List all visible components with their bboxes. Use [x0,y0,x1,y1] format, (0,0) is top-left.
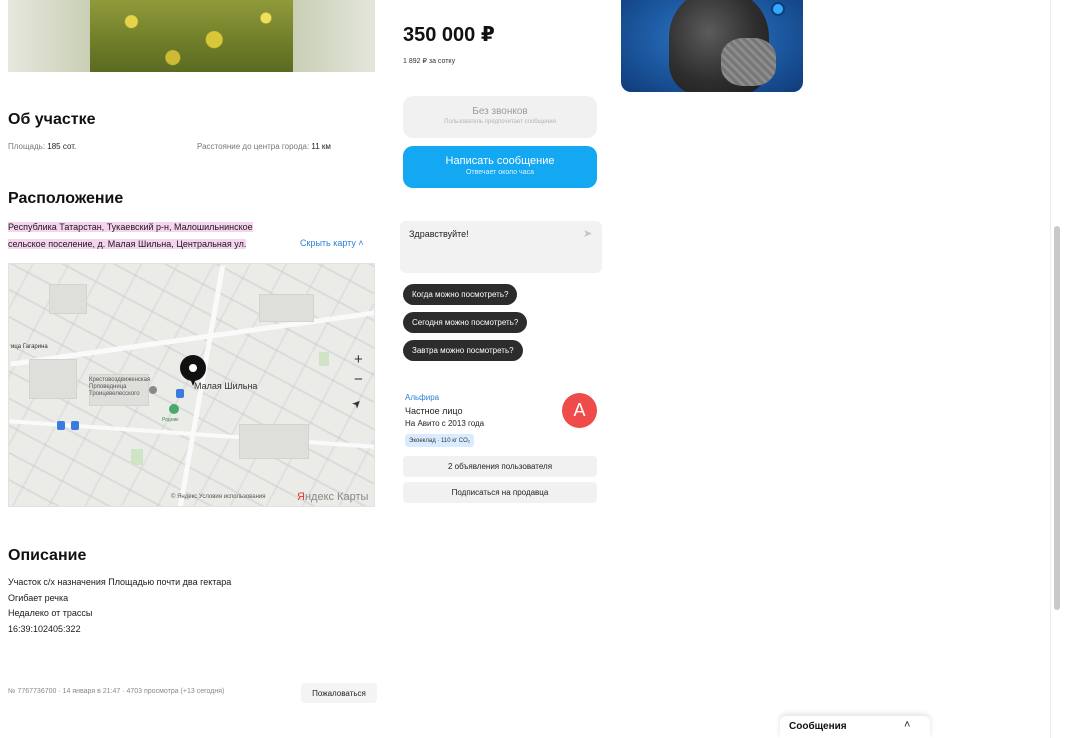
map-zoom-out-button[interactable]: − [354,372,363,387]
messages-bar-label[interactable]: Сообщения [789,721,847,732]
about-title: Об участке [8,111,96,128]
map-block [259,294,314,322]
area-value: 185 сот. [47,142,77,151]
description-title: Описание [8,547,87,564]
listing-meta: № 7767736700 · 14 января в 21:47 · 4703 … [8,688,225,695]
no-calls-subtitle: Пользователь предпочитает сообщения [444,119,556,125]
area-label: Площадь: [8,142,48,151]
price: 350 000 ₽ [403,24,495,46]
map-church-label: Крестовоздвиженская Прповедница Троицеве… [89,377,150,398]
map-church-label-3: Троицевелесского [89,391,140,397]
distance-value: 11 км [311,142,331,151]
map-church-label-1: Крестовоздвиженская [89,377,151,383]
description-line: Огибает речка [8,592,69,603]
map-park [131,449,143,465]
map-brand-logo[interactable]: Яндекс Карты [297,491,368,503]
photo-thumb-prev[interactable] [8,0,90,72]
no-calls-button: Без звонков Пользователь предпочитает со… [403,96,597,138]
distance-info: Расстояние до центра города: 11 км [197,142,331,151]
description-line: Недалеко от трассы [8,608,93,618]
ad-banner-image[interactable] [621,0,803,92]
quick-reply-chip[interactable]: Когда можно посмотреть? [403,284,518,305]
map-spring-label: Родник [162,417,179,423]
map-block [29,359,77,399]
chat-input-text[interactable]: Здравствуйте! [409,229,469,239]
address-line-1: Республика Татарстан, Тукаевский р-н, Ма… [8,222,253,232]
address: Республика Татарстан, Тукаевский р-н, Ма… [8,219,284,253]
complain-button[interactable]: Пожаловаться [301,683,377,703]
map-church-label-2: Прповедница [89,384,127,390]
write-message-subtitle: Отвечает около часа [465,169,534,176]
chevron-up-icon[interactable]: ˄ [904,719,910,731]
area-info: Площадь: 185 сот. [8,142,76,151]
map-place-label: Малая Шильна [194,381,258,391]
description-line: Участок с/х назначения Площадью почти дв… [8,577,232,587]
map-street-label: ица Гагарина [11,344,48,350]
seller-listings-button[interactable]: 2 объявления пользователя [403,456,597,477]
map-park [319,352,329,366]
scrollbar-thumb[interactable] [1054,226,1060,610]
location-title: Расположение [8,190,124,207]
seller-avatar[interactable]: A [562,393,597,428]
seller-since: На Авито с 2013 года [405,419,485,428]
yandex-map[interactable]: ица Гагарина Крестовоздвиженская Прповед… [8,263,375,507]
subscribe-seller-button[interactable]: Подписаться на продавца [403,482,597,503]
write-message-title: Написать сообщение [445,155,555,167]
seller-name-link[interactable]: Альфира [405,393,439,402]
seller-type: Частное лицо [405,406,463,416]
map-zoom-in-button[interactable]: + [354,352,363,367]
map-block [239,424,309,459]
send-icon[interactable]: ➤ [583,227,592,240]
hide-map-link[interactable]: Скрыть карту ˄ [300,238,364,248]
map-brand-text: ндекс Карты [304,491,369,503]
map-bus-stop-icon[interactable] [71,421,79,430]
map-brand-letter: Я [297,491,305,503]
distance-label: Расстояние до центра города: [197,142,312,151]
photo-main[interactable] [90,0,297,72]
ad-badge-icon [771,2,785,16]
map-copyright[interactable]: © Яндекс Условия использования [171,494,266,500]
map-geolocate-icon[interactable]: ➤ [350,397,365,412]
price-per-unit: 1 892 ₽ за сотку [403,58,456,65]
eco-badge[interactable]: Экоеклад · 110 кг CO₂ [405,434,475,447]
write-message-button[interactable]: Написать сообщение Отвечает около часа [403,146,597,188]
map-block [49,284,87,314]
quick-reply-chip[interactable]: Завтра можно посмотреть? [403,340,523,361]
no-calls-title: Без звонков [472,106,528,117]
map-bus-stop-icon[interactable] [57,421,65,430]
photo-thumb-next[interactable] [293,0,375,72]
address-line-2: сельское поселение, д. Малая Шильна, Цен… [8,239,247,249]
photo-gallery-strip[interactable] [8,0,375,72]
ad-glove [721,38,776,86]
quick-reply-chip[interactable]: Сегодня можно посмотреть? [403,312,528,333]
description-text: Участок с/х назначения Площадью почти дв… [8,575,231,637]
church-icon[interactable] [149,386,157,394]
description-line: 16:39:102405:322 [8,623,81,634]
map-spring-icon[interactable] [169,404,179,414]
map-poi-icon[interactable] [176,389,184,398]
